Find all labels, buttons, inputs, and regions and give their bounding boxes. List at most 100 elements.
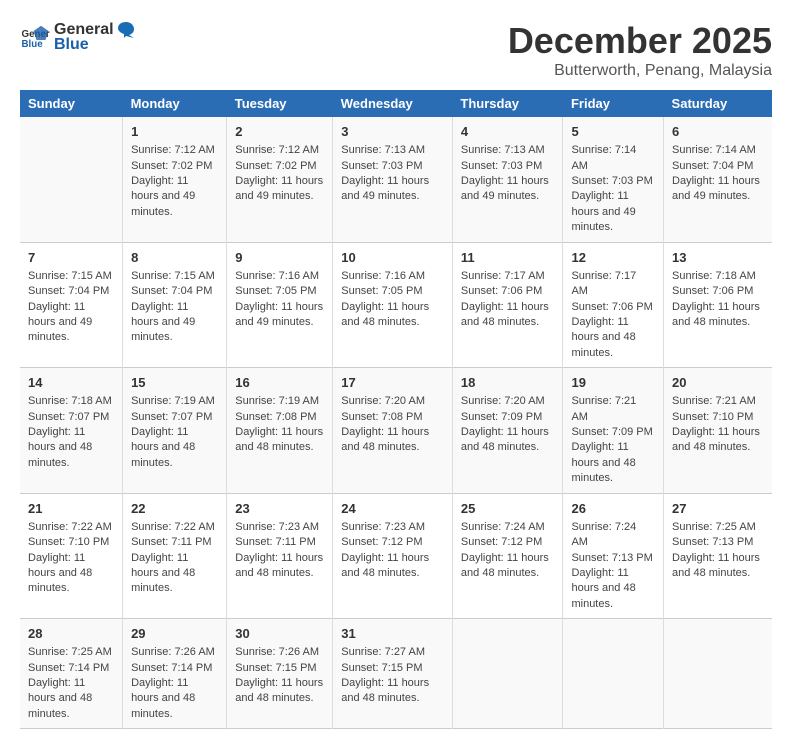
day-cell: 25Sunrise: 7:24 AMSunset: 7:12 PMDayligh… — [452, 493, 563, 619]
day-cell: 30Sunrise: 7:26 AMSunset: 7:15 PMDayligh… — [227, 619, 333, 729]
day-cell — [20, 117, 123, 242]
day-number: 19 — [571, 374, 655, 392]
day-number: 2 — [235, 123, 324, 141]
day-info-line: Daylight: 11 hours and 48 minutes. — [235, 676, 324, 707]
day-info-line: Sunrise: 7:20 AM — [341, 394, 444, 409]
day-number: 29 — [131, 625, 218, 643]
day-info-line: Daylight: 11 hours and 48 minutes. — [28, 425, 114, 471]
day-cell: 15Sunrise: 7:19 AMSunset: 7:07 PMDayligh… — [123, 368, 227, 494]
day-info-line: Daylight: 11 hours and 49 minutes. — [28, 300, 114, 346]
day-info-line: Sunrise: 7:19 AM — [235, 394, 324, 409]
header-cell-thursday: Thursday — [452, 90, 563, 117]
day-info-line: Sunrise: 7:13 AM — [461, 143, 555, 158]
day-cell: 7Sunrise: 7:15 AMSunset: 7:04 PMDaylight… — [20, 242, 123, 368]
day-number: 14 — [28, 374, 114, 392]
day-number: 3 — [341, 123, 444, 141]
day-info-line: Sunset: 7:12 PM — [461, 535, 555, 550]
calendar-table: SundayMondayTuesdayWednesdayThursdayFrid… — [20, 90, 772, 729]
day-cell: 29Sunrise: 7:26 AMSunset: 7:14 PMDayligh… — [123, 619, 227, 729]
day-info-line: Sunrise: 7:17 AM — [571, 269, 655, 300]
header-cell-wednesday: Wednesday — [333, 90, 453, 117]
day-info-line: Daylight: 11 hours and 48 minutes. — [571, 315, 655, 361]
day-number: 30 — [235, 625, 324, 643]
day-info-line: Sunrise: 7:22 AM — [131, 520, 218, 535]
day-info-line: Daylight: 11 hours and 48 minutes. — [28, 676, 114, 722]
day-info-line: Daylight: 11 hours and 48 minutes. — [571, 566, 655, 612]
day-info-line: Sunset: 7:14 PM — [131, 661, 218, 676]
day-info-line: Sunset: 7:14 PM — [28, 661, 114, 676]
day-info-line: Sunrise: 7:24 AM — [461, 520, 555, 535]
day-info-line: Sunset: 7:11 PM — [235, 535, 324, 550]
day-info-line: Sunrise: 7:13 AM — [341, 143, 444, 158]
day-cell: 23Sunrise: 7:23 AMSunset: 7:11 PMDayligh… — [227, 493, 333, 619]
day-info-line: Sunset: 7:05 PM — [235, 284, 324, 299]
day-info-line: Sunset: 7:13 PM — [672, 535, 764, 550]
day-info-line: Daylight: 11 hours and 49 minutes. — [235, 300, 324, 331]
day-cell: 12Sunrise: 7:17 AMSunset: 7:06 PMDayligh… — [563, 242, 664, 368]
day-cell: 22Sunrise: 7:22 AMSunset: 7:11 PMDayligh… — [123, 493, 227, 619]
calendar-body: 1Sunrise: 7:12 AMSunset: 7:02 PMDaylight… — [20, 117, 772, 729]
day-info-line: Sunrise: 7:23 AM — [235, 520, 324, 535]
header-cell-saturday: Saturday — [664, 90, 772, 117]
day-cell: 2Sunrise: 7:12 AMSunset: 7:02 PMDaylight… — [227, 117, 333, 242]
day-info-line: Daylight: 11 hours and 48 minutes. — [571, 440, 655, 486]
day-cell — [664, 619, 772, 729]
day-info-line: Sunrise: 7:22 AM — [28, 520, 114, 535]
day-info-line: Sunset: 7:07 PM — [131, 410, 218, 425]
day-cell: 28Sunrise: 7:25 AMSunset: 7:14 PMDayligh… — [20, 619, 123, 729]
day-number: 13 — [672, 249, 764, 267]
week-row-5: 28Sunrise: 7:25 AMSunset: 7:14 PMDayligh… — [20, 619, 772, 729]
day-number: 23 — [235, 500, 324, 518]
day-cell: 19Sunrise: 7:21 AMSunset: 7:09 PMDayligh… — [563, 368, 664, 494]
day-info-line: Sunset: 7:02 PM — [131, 159, 218, 174]
day-info-line: Sunrise: 7:12 AM — [235, 143, 324, 158]
day-cell: 16Sunrise: 7:19 AMSunset: 7:08 PMDayligh… — [227, 368, 333, 494]
day-info-line: Sunrise: 7:27 AM — [341, 645, 444, 660]
day-info-line: Sunrise: 7:14 AM — [672, 143, 764, 158]
day-info-line: Sunset: 7:03 PM — [571, 174, 655, 189]
day-info-line: Sunset: 7:06 PM — [461, 284, 555, 299]
day-info-line: Sunset: 7:13 PM — [571, 551, 655, 566]
day-number: 4 — [461, 123, 555, 141]
day-info-line: Sunset: 7:03 PM — [461, 159, 555, 174]
day-number: 25 — [461, 500, 555, 518]
day-cell: 11Sunrise: 7:17 AMSunset: 7:06 PMDayligh… — [452, 242, 563, 368]
day-cell: 21Sunrise: 7:22 AMSunset: 7:10 PMDayligh… — [20, 493, 123, 619]
day-info-line: Sunrise: 7:20 AM — [461, 394, 555, 409]
day-info-line: Daylight: 11 hours and 48 minutes. — [341, 551, 444, 582]
day-info-line: Sunset: 7:07 PM — [28, 410, 114, 425]
week-row-3: 14Sunrise: 7:18 AMSunset: 7:07 PMDayligh… — [20, 368, 772, 494]
day-number: 10 — [341, 249, 444, 267]
day-number: 15 — [131, 374, 218, 392]
day-info-line: Daylight: 11 hours and 49 minutes. — [461, 174, 555, 205]
day-info-line: Sunrise: 7:15 AM — [131, 269, 218, 284]
logo-bird-icon — [116, 20, 136, 40]
day-info-line: Sunset: 7:15 PM — [235, 661, 324, 676]
day-info-line: Daylight: 11 hours and 48 minutes. — [131, 551, 218, 597]
day-info-line: Sunrise: 7:14 AM — [571, 143, 655, 174]
day-number: 9 — [235, 249, 324, 267]
day-cell: 4 Sunrise: 7:13 AMSunset: 7:03 PMDaylight… — [452, 117, 563, 242]
day-info-line: Daylight: 11 hours and 49 minutes. — [131, 300, 218, 346]
day-info-line: Sunset: 7:15 PM — [341, 661, 444, 676]
day-info-line: Sunset: 7:06 PM — [672, 284, 764, 299]
day-info-line: Sunset: 7:04 PM — [28, 284, 114, 299]
calendar-header: SundayMondayTuesdayWednesdayThursdayFrid… — [20, 90, 772, 117]
day-number: 26 — [571, 500, 655, 518]
day-number: 27 — [672, 500, 764, 518]
day-number: 24 — [341, 500, 444, 518]
day-number: 18 — [461, 374, 555, 392]
day-number: 6 — [672, 123, 764, 141]
day-info-line: Sunset: 7:04 PM — [131, 284, 218, 299]
day-number: 7 — [28, 249, 114, 267]
day-info-line: Sunrise: 7:18 AM — [28, 394, 114, 409]
day-cell: 31Sunrise: 7:27 AMSunset: 7:15 PMDayligh… — [333, 619, 453, 729]
day-info-line: Sunrise: 7:16 AM — [341, 269, 444, 284]
week-row-1: 1Sunrise: 7:12 AMSunset: 7:02 PMDaylight… — [20, 117, 772, 242]
day-info-line: Sunset: 7:10 PM — [28, 535, 114, 550]
day-number: 21 — [28, 500, 114, 518]
day-info-line: Daylight: 11 hours and 49 minutes. — [235, 174, 324, 205]
day-info-line: Daylight: 11 hours and 48 minutes. — [341, 676, 444, 707]
day-cell: 13Sunrise: 7:18 AMSunset: 7:06 PMDayligh… — [664, 242, 772, 368]
day-cell: 10Sunrise: 7:16 AMSunset: 7:05 PMDayligh… — [333, 242, 453, 368]
